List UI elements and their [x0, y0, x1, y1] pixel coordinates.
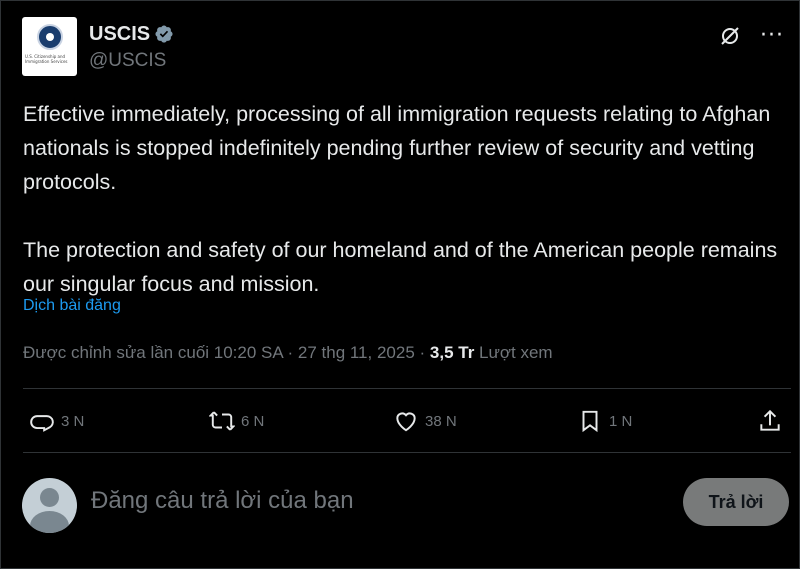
verified-badge-icon[interactable] [154, 24, 174, 44]
divider [23, 388, 791, 389]
bookmark-icon [582, 410, 598, 433]
reply-button[interactable]: 3 N [29, 401, 84, 441]
tweet-paragraph-1: Effective immediately, processing of all… [23, 102, 771, 194]
share-icon [760, 409, 780, 431]
like-icon [396, 412, 416, 432]
account-avatar[interactable]: U.S. Citizenship and Immigration Service… [22, 17, 77, 76]
action-bar: 3 N 6 N 38 N 1 N [25, 401, 791, 441]
share-button[interactable] [757, 401, 783, 441]
account-handle[interactable]: @USCIS [89, 50, 166, 72]
like-button[interactable]: 38 N [393, 401, 457, 441]
tweet-paragraph-2: The protection and safety of our homelan… [23, 238, 778, 296]
bookmark-count: 1 N [609, 412, 633, 430]
reply-submit-button[interactable]: Trả lời [683, 478, 789, 526]
repost-icon [209, 411, 235, 431]
display-name[interactable]: USCIS [89, 23, 150, 46]
views-count[interactable]: 3,5 Tr [430, 343, 474, 362]
bookmark-button[interactable]: 1 N [577, 401, 632, 441]
repost-count: 6 N [241, 412, 265, 430]
tweet-meta: Được chỉnh sửa lần cuối 10:20 SA · 27 th… [23, 343, 553, 363]
repost-button[interactable]: 6 N [209, 401, 264, 441]
edited-timestamp[interactable]: Được chỉnh sửa lần cuối 10:20 SA · 27 th… [23, 343, 430, 362]
reply-input[interactable]: Đăng câu trả lời của bạn [91, 487, 354, 515]
more-icon[interactable]: ··· [759, 23, 785, 49]
translate-link[interactable]: Dịch bài đăng [23, 297, 121, 315]
dhs-seal-icon [37, 24, 63, 50]
name-row: USCIS [89, 21, 174, 47]
tweet-card: U.S. Citizenship and Immigration Service… [0, 0, 800, 569]
divider [23, 452, 791, 453]
edited-icon[interactable] [717, 23, 743, 49]
user-avatar [22, 478, 77, 533]
views-label: Lượt xem [474, 343, 553, 362]
like-count: 38 N [425, 412, 457, 430]
avatar-org-text: U.S. Citizenship and Immigration Service… [25, 54, 68, 64]
reply-icon [30, 415, 54, 432]
reply-count: 3 N [61, 412, 85, 430]
top-actions: ··· [717, 23, 785, 49]
tweet-text: Effective immediately, processing of all… [23, 97, 793, 301]
